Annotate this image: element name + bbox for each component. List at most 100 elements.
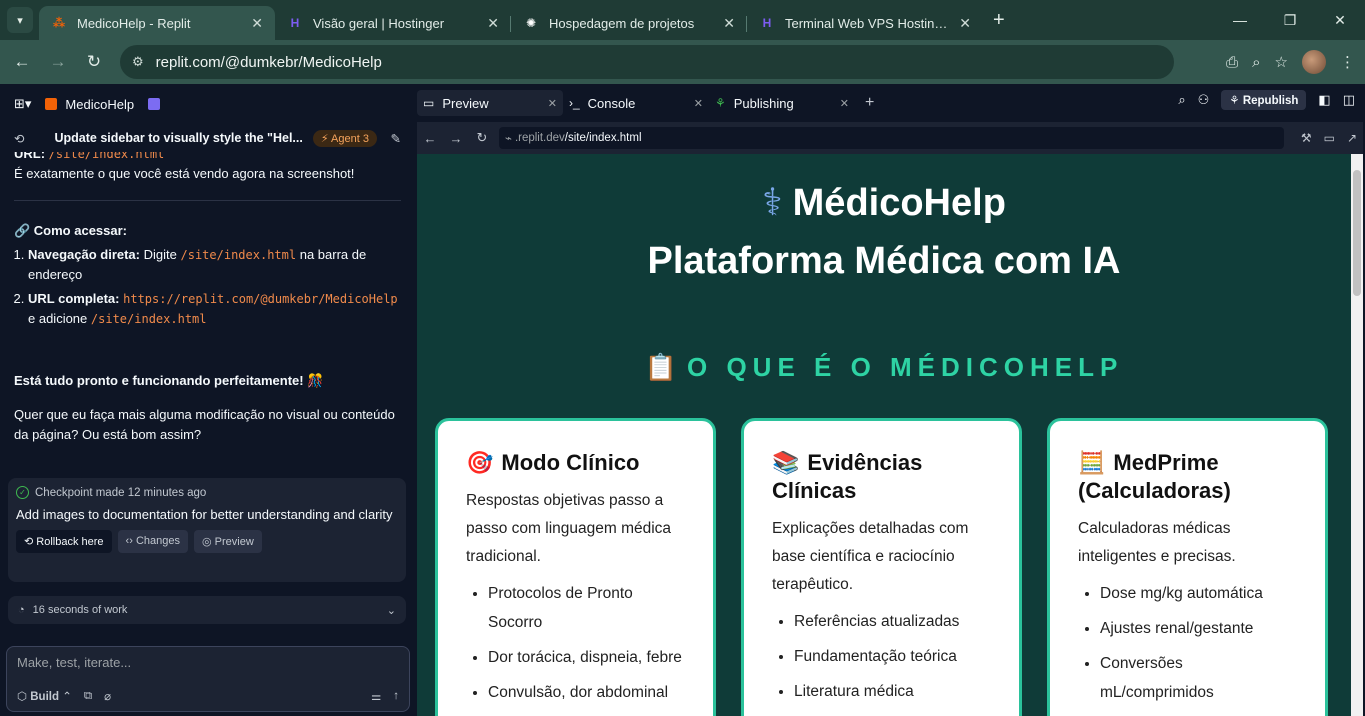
ready-message: Está tudo pronto e funcionando perfeitam… bbox=[14, 373, 324, 388]
new-chat-icon[interactable]: ✎ bbox=[391, 131, 401, 146]
maximize-icon[interactable]: ❐ bbox=[1265, 12, 1315, 29]
agent-input[interactable]: Make, test, iterate... ⬡ Build ⌃ ⧉ ⌀ ⚌ ↑ bbox=[6, 646, 410, 712]
browser-tab-project-hosting[interactable]: ✺ Hospedagem de projetos ✕ bbox=[511, 6, 747, 40]
preview-label: Preview bbox=[214, 536, 254, 548]
zoom-icon[interactable]: ⌕ bbox=[1252, 54, 1260, 71]
sidebar-toggle-icon[interactable]: ◫ bbox=[1343, 92, 1355, 108]
section-title: 📋 O QUE É O MÉDICOHELP bbox=[417, 352, 1351, 383]
step-code: /site/index.html bbox=[180, 248, 297, 262]
republish-button[interactable]: ⚘ Republish bbox=[1221, 90, 1307, 110]
open-external-icon[interactable]: ↗ bbox=[1347, 131, 1357, 145]
attach-icon[interactable]: ⌀ bbox=[104, 689, 111, 703]
forward-icon[interactable]: → bbox=[443, 131, 469, 146]
url-code: /site/index.html bbox=[48, 152, 165, 161]
send-icon[interactable]: ↑ bbox=[393, 690, 399, 702]
monitor-icon: ▭ bbox=[423, 96, 435, 110]
close-icon[interactable]: ✕ bbox=[487, 15, 499, 32]
preview-address-bar: ← → ↻ ⌁ .replit.dev /site/index.html ⚒ ▭… bbox=[417, 122, 1363, 154]
profile-avatar[interactable] bbox=[1302, 50, 1326, 74]
preview-button[interactable]: ◎ Preview bbox=[193, 530, 262, 553]
tab-preview[interactable]: ▭ Preview ✕ bbox=[417, 90, 563, 116]
layout-icon[interactable]: ◧ bbox=[1318, 92, 1330, 108]
site-settings-icon[interactable]: ⚙ bbox=[132, 54, 144, 70]
preview-url-field[interactable]: ⌁ .replit.dev /site/index.html bbox=[499, 127, 1284, 149]
thread-title[interactable]: Update sidebar to visually style the "He… bbox=[54, 131, 302, 145]
tab-label: Console bbox=[587, 95, 636, 111]
checkpoint-header: ✓ Checkpoint made 12 minutes ago bbox=[16, 486, 398, 499]
card-description: Respostas objetivas passo a passo com li… bbox=[466, 492, 672, 565]
minimize-icon[interactable]: — bbox=[1215, 12, 1265, 28]
workspace-menu-icon[interactable]: ⊞▾ bbox=[14, 96, 31, 112]
terminal-icon: ›_ bbox=[569, 96, 580, 110]
browser-tab-hostinger-terminal[interactable]: H Terminal Web VPS Hostinger ✕ bbox=[747, 6, 983, 40]
close-window-icon[interactable]: ✕ bbox=[1315, 12, 1365, 29]
project-name[interactable]: MedicoHelp bbox=[65, 97, 134, 112]
history-icon[interactable]: ⟲ bbox=[14, 131, 24, 146]
card-list: Dose mg/kg automática Ajustes renal/gest… bbox=[1078, 579, 1297, 707]
close-icon[interactable]: ✕ bbox=[840, 97, 849, 110]
workspace-actions: ⌕ ⚇ ⚘ Republish ◧ ◫ bbox=[1178, 90, 1355, 110]
menu-kebab-icon[interactable]: ⋮ bbox=[1340, 53, 1355, 71]
close-icon[interactable]: ✕ bbox=[723, 15, 735, 32]
search-icon[interactable]: ⌕ bbox=[1178, 92, 1185, 108]
reload-icon[interactable]: ↻ bbox=[76, 52, 112, 72]
card-description: Calculadoras médicas inteligentes e prec… bbox=[1078, 520, 1236, 565]
screenshot-icon[interactable]: ⧉ bbox=[84, 690, 92, 703]
preview-tools: ⚒ ▭ ↗ bbox=[1301, 131, 1357, 145]
project-badge-icon[interactable] bbox=[148, 98, 161, 110]
invite-user-icon[interactable]: ⚇ bbox=[1198, 92, 1210, 108]
hostinger-icon: H bbox=[762, 16, 772, 30]
tab-publishing[interactable]: ⚘ Publishing ✕ bbox=[709, 90, 855, 116]
back-icon[interactable]: ← bbox=[417, 131, 443, 146]
bookmark-star-icon[interactable]: ☆ bbox=[1275, 53, 1288, 71]
agent-badge[interactable]: ⚡ Agent 3 bbox=[312, 129, 377, 147]
reload-icon[interactable]: ↻ bbox=[469, 130, 495, 146]
tab-title: MedicoHelp - Replit bbox=[77, 15, 191, 31]
back-icon[interactable]: ← bbox=[4, 52, 40, 72]
browser-tab-replit[interactable]: ⁂ MedicoHelp - Replit ✕ bbox=[39, 6, 275, 40]
close-icon[interactable]: ✕ bbox=[251, 15, 263, 32]
agent-badge-label: Agent 3 bbox=[331, 132, 369, 145]
list-item: Protocolos de Pronto Socorro bbox=[488, 579, 685, 637]
devtools-icon[interactable]: ⚒ bbox=[1301, 131, 1312, 145]
checkpoint-actions: ⟲ Rollback here ‹› Changes ◎ Preview bbox=[16, 530, 398, 553]
add-tab-button[interactable]: + bbox=[865, 94, 874, 112]
card-title: 🧮 MedPrime (Calculadoras) bbox=[1078, 449, 1297, 505]
close-icon[interactable]: ✕ bbox=[959, 15, 971, 32]
device-icon[interactable]: ▭ bbox=[1324, 131, 1335, 145]
close-icon[interactable]: ✕ bbox=[694, 97, 703, 110]
build-label: Build bbox=[30, 691, 59, 703]
chevron-down-icon[interactable]: ⌄ bbox=[387, 604, 396, 617]
changes-button[interactable]: ‹› Changes bbox=[117, 530, 188, 553]
work-summary[interactable]: ◔ 16 seconds of work ⌄ bbox=[8, 596, 406, 624]
agent-pane: ⊞▾ MedicoHelp ⟲ Update sidebar to visual… bbox=[0, 84, 415, 716]
scrollbar-thumb[interactable] bbox=[1353, 170, 1361, 296]
step-item: URL completa: https://replit.com/@dumkeb… bbox=[28, 289, 401, 329]
install-app-icon[interactable]: ⎙ bbox=[1226, 54, 1238, 71]
abacus-icon: 🧮 bbox=[1078, 450, 1106, 475]
step-bold: Navegação direta: bbox=[28, 247, 140, 262]
list-item: Literatura médica bbox=[794, 677, 991, 706]
site-preview: ⚕ MédicoHelp Plataforma Médica com IA 📋 O … bbox=[417, 154, 1363, 716]
rollback-button[interactable]: ⟲ Rollback here bbox=[16, 530, 112, 553]
step-item: Navegação direta: Digite /site/index.htm… bbox=[28, 245, 401, 285]
address-bar[interactable]: ⚙ replit.com/@dumkebr/MedicoHelp bbox=[120, 45, 1174, 79]
tab-title: Terminal Web VPS Hostinger bbox=[785, 15, 952, 31]
section-title-text: O QUE É O MÉDICOHELP bbox=[687, 352, 1124, 382]
site-title-line2: Plataforma Médica com IA bbox=[647, 240, 1121, 282]
message-url-line: URL: /site/index.html bbox=[14, 152, 401, 164]
question-message: Quer que eu faça mais alguma modificação… bbox=[14, 407, 395, 442]
close-icon[interactable]: ✕ bbox=[548, 97, 557, 110]
tab-console[interactable]: ›_ Console ✕ bbox=[563, 90, 709, 116]
build-mode-button[interactable]: ⬡ Build ⌃ bbox=[17, 689, 72, 703]
target-icon: 🎯 bbox=[466, 450, 494, 475]
new-tab-button[interactable]: + bbox=[983, 9, 1015, 40]
agent-header: ⊞▾ MedicoHelp bbox=[0, 84, 415, 124]
preview-scrollbar[interactable] bbox=[1351, 154, 1363, 716]
forward-icon[interactable]: → bbox=[40, 52, 76, 72]
browser-tab-hostinger-overview[interactable]: H Visão geral | Hostinger ✕ bbox=[275, 6, 511, 40]
settings-sliders-icon[interactable]: ⚌ bbox=[371, 689, 381, 703]
list-item: Convulsão, dor abdominal bbox=[488, 678, 685, 707]
link-icon: ⌁ bbox=[505, 133, 512, 145]
tab-search-button[interactable]: ▾ bbox=[7, 7, 33, 33]
